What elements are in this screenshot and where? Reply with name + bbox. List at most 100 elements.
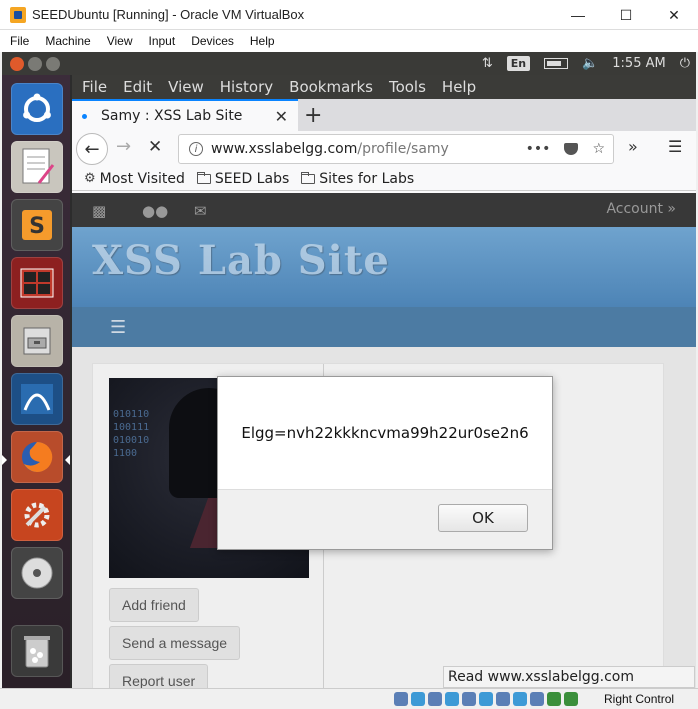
vbox-menu-devices[interactable]: Devices	[183, 34, 242, 48]
hamburger-menu-icon[interactable]: ☰	[668, 137, 682, 156]
loading-dot-icon	[82, 113, 87, 119]
vbox-menubar: File Machine View Input Devices Help	[0, 30, 698, 52]
hard-disk-icon[interactable]	[394, 692, 408, 706]
vbox-device-icons	[394, 692, 578, 706]
ff-menu-view[interactable]: View	[160, 78, 212, 96]
volume-icon[interactable]: 🔈	[582, 56, 598, 71]
navigation-toolbar: ← → ✕ i www.xsslabelgg.com /profile/samy…	[72, 131, 696, 167]
ubuntu-top-panel: ⇅ En 🔈 1:55 AM ⏻	[2, 52, 696, 75]
ff-menu-tools[interactable]: Tools	[381, 78, 434, 96]
gear-icon: ⚙	[84, 171, 96, 186]
link-status-bar: Read www.xsslabelgg.com	[443, 666, 695, 688]
maximize-icon[interactable]: ☐	[602, 0, 650, 30]
bookmark-label: SEED Labs	[214, 170, 290, 187]
bookmark-star-icon[interactable]: ☆	[592, 141, 605, 157]
pocket-icon[interactable]	[564, 143, 579, 155]
vbox-menu-file[interactable]: File	[0, 34, 37, 48]
tab-samy[interactable]: Samy : XSS Lab Site ✕	[72, 99, 298, 131]
page-actions-icon[interactable]: •••	[526, 141, 551, 157]
elgg-topbar: ▩ ●● ✉ Account »	[72, 193, 696, 227]
ff-menu-bookmarks[interactable]: Bookmarks	[281, 78, 381, 96]
guest-screen: ⇅ En 🔈 1:55 AM ⏻ S File Edit View Histor…	[2, 52, 696, 688]
sublime-text-icon[interactable]: S	[11, 199, 63, 251]
trash-icon[interactable]	[11, 625, 63, 677]
display-icon[interactable]	[496, 692, 510, 706]
usb-icon[interactable]	[462, 692, 476, 706]
site-title[interactable]: XSS Lab Site	[92, 237, 390, 284]
ff-menu-file[interactable]: File	[72, 78, 115, 96]
keyboard-layout-indicator[interactable]: En	[506, 56, 531, 71]
ff-menu-history[interactable]: History	[212, 78, 281, 96]
bookmark-most-visited[interactable]: ⚙ Most Visited	[84, 171, 185, 187]
audio-icon[interactable]	[428, 692, 442, 706]
vbox-menu-input[interactable]: Input	[141, 34, 184, 48]
wireshark-icon[interactable]	[11, 373, 63, 425]
text-editor-icon[interactable]	[11, 141, 63, 193]
stop-button[interactable]: ✕	[148, 137, 162, 157]
optical-drive-icon[interactable]	[411, 692, 425, 706]
overflow-chevron-icon[interactable]: »	[628, 137, 638, 156]
ff-menu-help[interactable]: Help	[434, 78, 484, 96]
close-window-icon[interactable]	[10, 56, 24, 71]
network-icon[interactable]: ⇅	[482, 56, 493, 71]
back-button[interactable]: ←	[76, 133, 108, 165]
elgg-logo-icon[interactable]: ▩	[92, 202, 106, 220]
battery-icon[interactable]	[544, 58, 569, 69]
new-tab-icon[interactable]: +	[304, 103, 322, 128]
window-buttons	[10, 56, 60, 71]
ff-menu-edit[interactable]: Edit	[115, 78, 160, 96]
firefox-icon[interactable]	[11, 431, 63, 483]
tab-close-icon[interactable]: ✕	[275, 107, 288, 126]
close-icon[interactable]: ✕	[650, 0, 698, 30]
host-key-label: Right Control	[604, 692, 675, 706]
friends-icon[interactable]: ●●	[142, 202, 168, 220]
mail-icon[interactable]: ✉	[194, 202, 207, 220]
url-bar[interactable]: i www.xsslabelgg.com /profile/samy ••• ☆	[178, 134, 614, 164]
bookmark-label: Sites for Labs	[319, 170, 415, 187]
site-info-icon[interactable]: i	[189, 142, 203, 156]
vbox-title-bar: SEEDUbuntu [Running] - Oracle VM Virtual…	[0, 0, 698, 30]
report-user-button[interactable]: Report user	[109, 664, 209, 688]
network-adapter-icon[interactable]	[445, 692, 459, 706]
cpu-icon[interactable]	[530, 692, 544, 706]
maximize-window-icon[interactable]	[46, 56, 60, 71]
account-menu[interactable]: Account »	[606, 201, 676, 217]
bookmark-seed-labs[interactable]: SEED Labs	[196, 170, 290, 187]
bookmark-sites-for-labs[interactable]: Sites for Labs	[301, 171, 414, 187]
virtualbox-logo-icon	[10, 6, 26, 23]
shared-folders-icon[interactable]	[479, 692, 493, 706]
video-capture-icon[interactable]	[513, 692, 527, 706]
ok-button[interactable]: OK	[438, 504, 528, 532]
active-indicator-right	[65, 455, 70, 465]
vbox-menu-view[interactable]: View	[99, 34, 141, 48]
avatar-code-decoration: 0101101001110100101100	[113, 409, 150, 459]
site-nav: ☰	[72, 307, 696, 347]
minimize-window-icon[interactable]	[28, 56, 42, 71]
terminal-icon[interactable]	[11, 257, 63, 309]
vbox-menu-machine[interactable]: Machine	[37, 34, 98, 48]
vbox-menu-help[interactable]: Help	[242, 34, 283, 48]
file-manager-icon[interactable]	[11, 315, 63, 367]
dvd-icon[interactable]	[11, 547, 63, 599]
minimize-icon[interactable]: —	[554, 0, 602, 30]
firefox-menubar: File Edit View History Bookmarks Tools H…	[72, 75, 696, 99]
clock[interactable]: 1:55 AM	[612, 56, 665, 71]
url-domain: www.xsslabelgg.com	[211, 141, 358, 157]
alert-dialog: Elgg=nvh22kkkncvma99h22ur0se2n6 OK	[217, 376, 553, 550]
alert-footer: OK	[218, 489, 552, 549]
add-friend-button[interactable]: Add friend	[109, 588, 199, 622]
nav-menu-icon[interactable]: ☰	[110, 317, 126, 338]
tab-title: Samy : XSS Lab Site	[101, 108, 243, 124]
svg-text:S: S	[29, 214, 45, 239]
web-page: ▩ ●● ✉ Account » XSS Lab Site ☰ 01011010…	[72, 193, 696, 688]
send-message-button[interactable]: Send a message	[109, 626, 241, 660]
url-actions: ••• ☆	[526, 141, 605, 157]
window-controls: — ☐ ✕	[554, 0, 698, 30]
mouse-integration-icon[interactable]	[547, 692, 561, 706]
system-settings-icon[interactable]	[11, 489, 63, 541]
ubuntu-dash-icon[interactable]	[11, 83, 63, 135]
forward-button[interactable]: →	[116, 136, 131, 157]
keyboard-capture-icon[interactable]	[564, 692, 578, 706]
tab-bar: Samy : XSS Lab Site ✕ +	[72, 99, 696, 131]
power-icon[interactable]: ⏻	[680, 56, 690, 71]
